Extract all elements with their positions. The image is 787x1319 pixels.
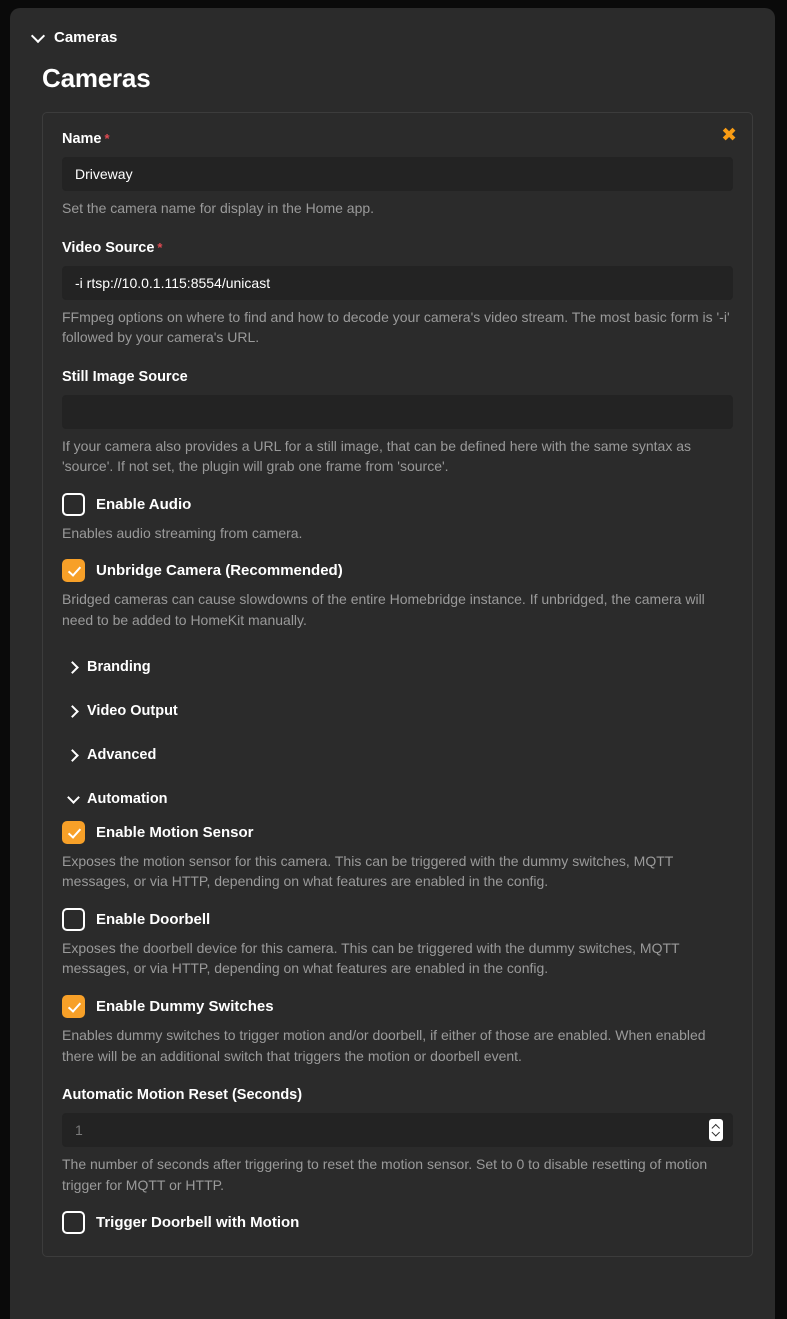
required-marker: * — [104, 131, 110, 146]
checkbox-enable-motion-sensor-label: Enable Motion Sensor — [96, 823, 254, 841]
subsection-video-output-label: Video Output — [87, 702, 178, 719]
checkbox-enable-doorbell-help: Exposes the doorbell device for this cam… — [62, 939, 680, 977]
chevron-down-icon — [68, 793, 79, 804]
checkbox-unchecked-icon — [62, 1211, 85, 1235]
chevron-right-icon — [68, 705, 79, 716]
checkbox-unchecked-icon — [62, 492, 85, 516]
field-automatic-motion-reset-label: Automatic Motion Reset (Seconds) — [62, 1087, 303, 1104]
camera-card: ✖ Name* Set the camera name for display … — [42, 112, 753, 1258]
checkbox-enable-audio[interactable]: Enable Audio — [62, 492, 733, 516]
field-still-image-source-label: Still Image Source — [62, 368, 188, 385]
field-video-source-label: Video Source * — [62, 239, 163, 256]
field-automatic-motion-reset-help: The number of seconds after triggering t… — [62, 1156, 708, 1193]
checkbox-enable-doorbell[interactable]: Enable Doorbell — [62, 907, 733, 931]
automatic-motion-reset-input[interactable] — [62, 1113, 733, 1148]
checkbox-unbridge-camera-help: Bridged cameras can cause slowdowns of t… — [62, 591, 705, 629]
subsection-automation-label: Automation — [87, 790, 168, 807]
subsection-advanced[interactable]: Advanced — [68, 747, 733, 763]
accordion-header-cameras[interactable]: Cameras — [32, 30, 753, 45]
subsection-video-output[interactable]: Video Output — [68, 703, 733, 719]
field-automatic-motion-reset: Automatic Motion Reset (Seconds) The num… — [62, 1087, 733, 1195]
checkbox-enable-audio-label: Enable Audio — [96, 495, 192, 513]
checkbox-unbridge-camera[interactable]: Unbridge Camera (Recommended) — [62, 559, 733, 583]
checkbox-enable-audio-help: Enables audio streaming from camera. — [62, 524, 303, 541]
subsection-branding[interactable]: Branding — [68, 659, 733, 675]
checkbox-enable-dummy-switches-label: Enable Dummy Switches — [96, 997, 274, 1015]
checkbox-trigger-doorbell-with-motion-label: Trigger Doorbell with Motion — [96, 1214, 300, 1232]
field-video-source-help: FFmpeg options on where to find and how … — [62, 308, 730, 346]
checkbox-checked-icon — [62, 559, 85, 583]
checkbox-trigger-doorbell-with-motion[interactable]: Trigger Doorbell with Motion — [62, 1211, 733, 1235]
checkbox-enable-motion-sensor[interactable]: Enable Motion Sensor — [62, 820, 733, 844]
settings-panel: Cameras Cameras ✖ Name* Set the camera n… — [10, 8, 775, 1319]
field-video-source: Video Source* FFmpeg options on where to… — [62, 240, 733, 348]
checkbox-enable-dummy-switches[interactable]: Enable Dummy Switches — [62, 994, 733, 1018]
automatic-motion-reset-wrapper — [62, 1113, 733, 1148]
subsection-advanced-label: Advanced — [87, 746, 157, 763]
required-marker: * — [157, 239, 163, 255]
accordion-header-label: Cameras — [54, 29, 118, 46]
chevron-down-icon — [32, 31, 45, 44]
field-name-label: Name * — [62, 131, 110, 147]
name-input[interactable] — [62, 157, 733, 191]
page-title: Cameras — [42, 63, 151, 93]
field-still-image-source-help: If your camera also provides a URL for a… — [62, 437, 692, 475]
subsection-automation[interactable]: Automation — [68, 791, 733, 807]
remove-camera-icon[interactable]: ✖ — [721, 126, 737, 145]
chevron-right-icon — [68, 749, 79, 760]
field-still-image-source: Still Image Source If your camera also p… — [62, 369, 733, 477]
app-root: Cameras Cameras ✖ Name* Set the camera n… — [0, 0, 787, 1319]
number-stepper-icon[interactable] — [709, 1119, 723, 1142]
automation-body: Enable Motion Sensor Exposes the motion … — [62, 820, 733, 1235]
subsection-branding-label: Branding — [87, 658, 151, 675]
checkbox-enable-motion-sensor-help: Exposes the motion sensor for this camer… — [62, 852, 674, 890]
still-image-source-input[interactable] — [62, 394, 733, 429]
field-name-help: Set the camera name for display in the H… — [62, 200, 375, 216]
checkbox-unbridge-camera-label: Unbridge Camera (Recommended) — [96, 562, 343, 580]
checkbox-checked-icon — [62, 820, 85, 844]
field-name: Name* Set the camera name for display in… — [62, 131, 733, 219]
video-source-input[interactable] — [62, 265, 733, 300]
chevron-right-icon — [68, 661, 79, 672]
checkbox-unchecked-icon — [62, 907, 85, 931]
checkbox-enable-dummy-switches-help: Enables dummy switches to trigger motion… — [62, 1026, 706, 1064]
checkbox-checked-icon — [62, 994, 85, 1018]
stepper-down-icon[interactable] — [713, 1131, 720, 1136]
checkbox-enable-doorbell-label: Enable Doorbell — [96, 910, 211, 928]
